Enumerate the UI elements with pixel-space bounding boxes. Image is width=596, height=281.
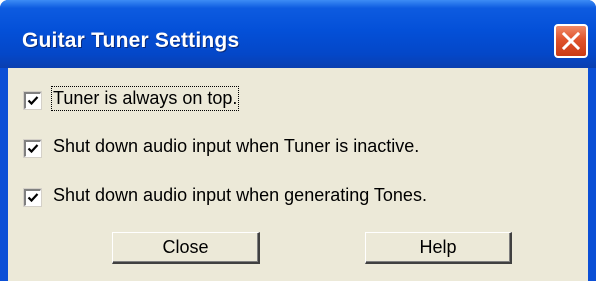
close-button[interactable]: Close bbox=[112, 232, 260, 264]
checkmark-icon bbox=[27, 144, 39, 154]
close-x-icon bbox=[561, 31, 581, 51]
option-label-shutdown-inactive[interactable]: Shut down audio input when Tuner is inac… bbox=[53, 136, 419, 157]
title-bar[interactable]: Guitar Tuner Settings bbox=[0, 0, 596, 68]
checkbox-always-on-top[interactable] bbox=[24, 92, 41, 109]
close-window-button[interactable] bbox=[554, 24, 588, 58]
checkmark-icon bbox=[27, 96, 39, 106]
checkbox-shutdown-tones[interactable] bbox=[24, 189, 41, 206]
option-label-shutdown-tones[interactable]: Shut down audio input when generating To… bbox=[53, 185, 427, 206]
option-label-always-on-top[interactable]: Tuner is always on top. bbox=[50, 86, 240, 111]
dialog-window: Guitar Tuner Settings Tuner is always on… bbox=[0, 0, 596, 281]
checkmark-icon bbox=[27, 193, 39, 203]
dialog-title: Guitar Tuner Settings bbox=[22, 29, 240, 52]
checkbox-shutdown-inactive[interactable] bbox=[24, 140, 41, 157]
dialog-body: Tuner is always on top. Shut down audio … bbox=[8, 68, 588, 281]
help-button[interactable]: Help bbox=[365, 232, 512, 264]
